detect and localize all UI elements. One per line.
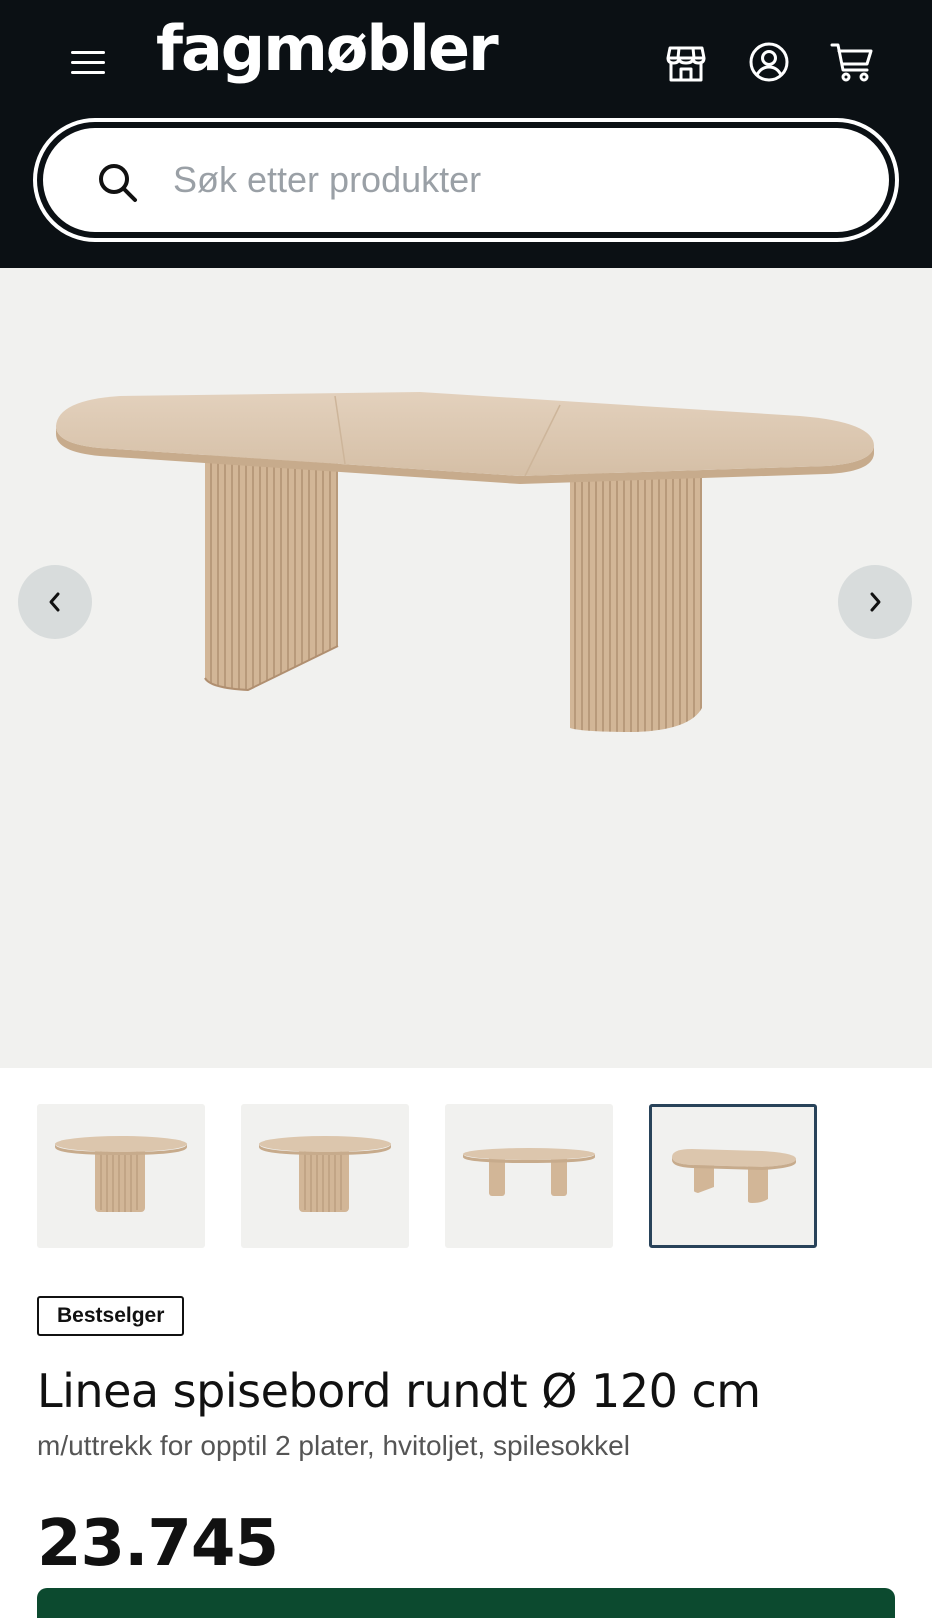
next-image-button[interactable] [838, 565, 912, 639]
thumbnail-3[interactable] [445, 1104, 613, 1248]
product-image [56, 392, 874, 732]
search-bar [33, 118, 899, 242]
bestseller-badge: Bestselger [37, 1296, 185, 1336]
product-image-gallery [0, 268, 932, 1068]
account-icon [749, 42, 789, 82]
cart-button[interactable] [828, 38, 876, 86]
thumbnail-1[interactable] [37, 1104, 205, 1248]
thumbnail-image [672, 1149, 796, 1203]
search-field-container[interactable] [43, 128, 889, 232]
search-input[interactable] [171, 148, 811, 212]
account-button[interactable] [745, 38, 793, 86]
site-logo[interactable]: fagmøbler [156, 18, 499, 80]
menu-button[interactable] [66, 40, 110, 84]
thumbnail-image [259, 1136, 391, 1212]
thumbnail-image [55, 1136, 187, 1212]
product-title: Linea spisebord rundt Ø 120 cm [37, 1364, 761, 1418]
menu-icon [71, 51, 105, 74]
store-button[interactable] [662, 38, 710, 86]
chevron-left-icon [49, 592, 60, 612]
thumbnail-2[interactable] [241, 1104, 409, 1248]
thumbnail-image [463, 1148, 595, 1196]
add-to-cart-button[interactable] [37, 1588, 895, 1618]
thumbnail-strip [0, 1104, 932, 1250]
product-price: 23.745 [37, 1507, 279, 1581]
previous-image-button[interactable] [18, 565, 92, 639]
chevron-right-icon [870, 592, 881, 612]
thumbnail-4[interactable] [649, 1104, 817, 1248]
cart-icon [830, 43, 873, 82]
search-icon[interactable] [95, 160, 141, 206]
site-header: fagmøbler [0, 0, 932, 268]
product-subtitle: m/uttrekk for opptil 2 plater, hvitoljet… [37, 1430, 630, 1461]
store-icon [666, 46, 706, 82]
